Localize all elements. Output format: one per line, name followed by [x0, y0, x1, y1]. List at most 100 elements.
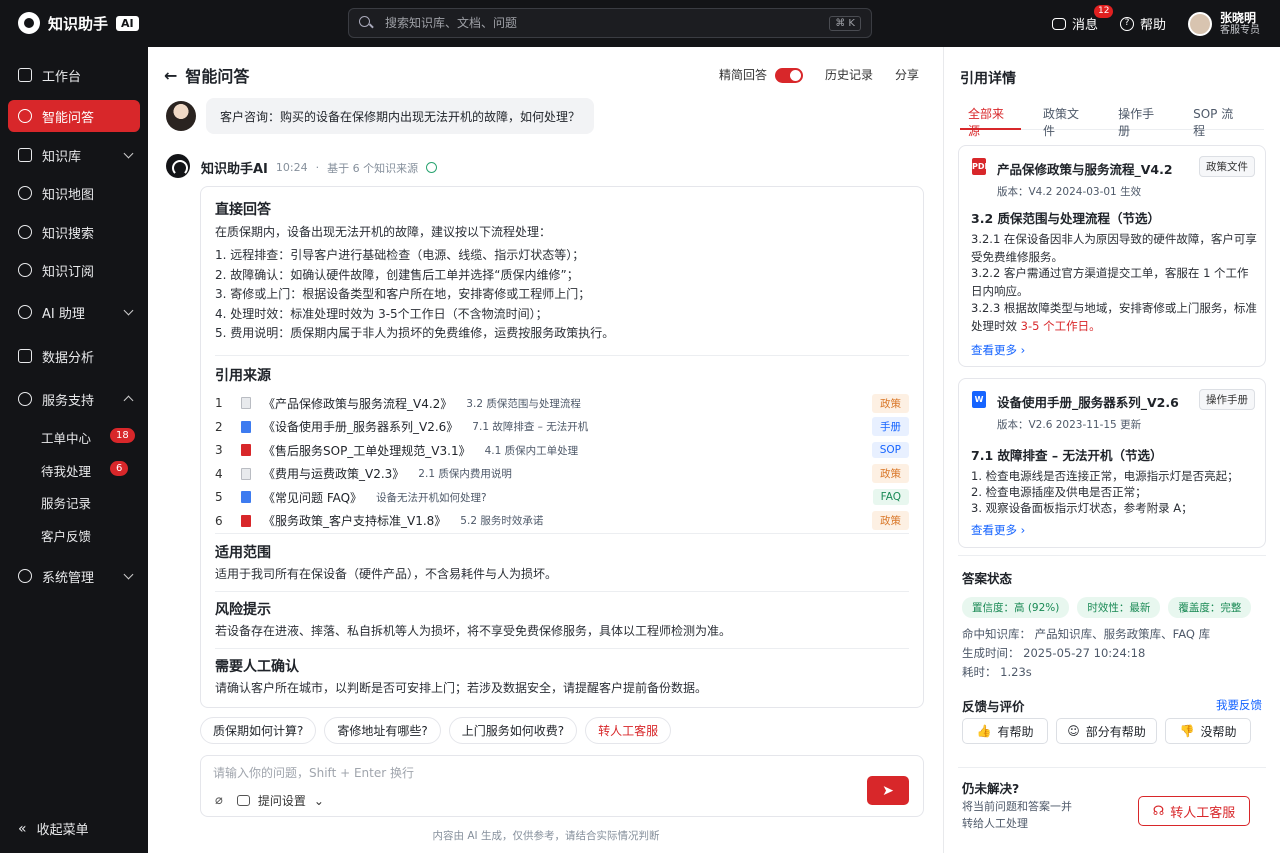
sidebar-item-service-support[interactable]: 服务支持 — [8, 383, 140, 415]
ref-doc-meta: 版本：V2.6 2023-11-15 更新 — [997, 419, 1142, 431]
help-label: 帮助 — [1139, 18, 1166, 33]
chevron-up-icon — [123, 395, 134, 406]
unsolved-section: 仍未解决? 将当前问题和答案一并转给人工处理 ☊ 转人工客服 — [958, 767, 1266, 845]
transfer-human-chip[interactable]: 转人工客服 — [585, 717, 672, 744]
bot-name: 知识助手AI — [201, 162, 268, 177]
suggestion-chip[interactable]: 寄修地址有哪些? — [324, 717, 441, 744]
tab-all-sources[interactable]: 全部来源 — [960, 102, 1022, 138]
sidebar-subitem-customer-feedback[interactable]: 客户反馈 — [41, 526, 91, 545]
ref-section-title: 3.2 质保范围与处理流程（节选） — [971, 211, 1160, 226]
sidebar-item-knowledge-map[interactable]: 知识地图 — [8, 177, 140, 209]
ref-paragraph: 3.2.1 在保设备因非人为原因导致的硬件故障，客户可享受免费维修服务。 — [971, 232, 1257, 264]
elapsed-time: 耗时： 1.23s — [962, 665, 1032, 679]
history-button[interactable]: 历史记录 — [825, 66, 873, 83]
tab-policy-files[interactable]: 政策文件 — [1035, 102, 1096, 138]
sidebar-item-knowledge-base[interactable]: 知识库 — [8, 139, 140, 171]
page-title: 智能问答 — [185, 67, 250, 86]
messages-button[interactable]: 消息 12 — [1051, 5, 1114, 33]
sidebar-item-smart-qa[interactable]: 智能问答 — [8, 100, 140, 132]
partly-helpful-label: 部分有帮助 — [1085, 724, 1146, 739]
app-logo[interactable]: 知识助手 AI — [18, 12, 139, 34]
sidebar-item-knowledge-subscribe[interactable]: 知识订阅 — [8, 254, 140, 286]
transfer-human-button[interactable]: ☊ 转人工客服 — [1138, 796, 1250, 826]
search-input[interactable] — [385, 16, 830, 30]
view-more-label: 查看更多 — [971, 523, 1017, 537]
thumbs-down-icon: 👎 — [1179, 724, 1195, 738]
sidebar-item-knowledge-search[interactable]: 知识搜索 — [8, 216, 140, 248]
risk-text: 若设备存在进液、摔落、私自拆机等人为损坏，将不享受免费保修服务，具体以工程师检测… — [215, 624, 732, 638]
ask-settings-button[interactable]: 提问设置 ⌄ — [236, 792, 324, 809]
status-title: 答案状态 — [962, 571, 1013, 586]
bot-time: 10:24 — [275, 161, 308, 174]
send-button[interactable]: ➤ — [867, 776, 909, 805]
user-menu[interactable]: 张晓明 客服专员 — [1188, 11, 1260, 37]
concise-toggle[interactable]: 精简回答 — [719, 66, 803, 83]
sidebar-item-label: 智能问答 — [42, 110, 95, 126]
sidebar-item-workbench[interactable]: 工作台 — [8, 59, 140, 91]
panel-title: 引用详情 — [960, 71, 1016, 87]
hit-knowledge-bases: 命中知识库： 产品知识库、服务政策库、FAQ 库 — [962, 627, 1211, 641]
not-helpful-label: 没帮助 — [1200, 724, 1237, 739]
suggestion-chip[interactable]: 上门服务如何收费? — [448, 717, 578, 744]
pdf-file-icon — [241, 514, 251, 527]
answer-step: 1. 远程排查：引导客户进行基础检查（电源、线缆、指示灯状态等）； — [215, 248, 585, 262]
reference-row[interactable]: 1 《产品保修政策与服务流程_V4.2》 3.2 质保范围与处理流程 政策 — [215, 392, 909, 414]
share-button[interactable]: 分享 — [895, 66, 919, 83]
sidebar-item-data-analysis[interactable]: 数据分析 — [8, 340, 140, 372]
tab-manuals[interactable]: 操作手册 — [1110, 102, 1171, 138]
not-helpful-button[interactable]: 👎 没帮助 — [1165, 718, 1251, 744]
sidebar-item-label: AI 助理 — [42, 306, 85, 322]
scope-title: 适用范围 — [215, 545, 271, 561]
reference-title: 《服务政策_客户支持标准_V1.8》 — [263, 514, 447, 528]
tab-sop[interactable]: SOP 流程 — [1185, 102, 1250, 138]
global-search[interactable]: ⌘ K — [348, 8, 872, 38]
suggestion-chip[interactable]: 质保期如何计算? — [200, 717, 317, 744]
sidebar-subitem-service-records[interactable]: 服务记录 — [41, 493, 91, 512]
reference-row[interactable]: 4 《费用与运费政策_V2.3》 2.1 质保内费用说明 政策 — [215, 463, 909, 485]
ref-paragraph: 3.2.3 根据故障类型与地域，安排寄修或上门服务，标准处理时效 3-5 个工作… — [971, 299, 1257, 335]
question-input[interactable] — [213, 764, 813, 782]
reference-tag: FAQ — [872, 489, 909, 505]
reference-card-policy: PDF 产品保修政策与服务流程_V4.2 政策文件 版本：V4.2 2024-0… — [958, 145, 1266, 367]
partly-helpful-button[interactable]: ☺ 部分有帮助 — [1056, 718, 1157, 744]
attachment-icon[interactable]: ⌀ — [215, 793, 223, 808]
messages-label: 消息 — [1071, 18, 1098, 33]
reference-section: 设备无法开机如何处理? — [376, 491, 487, 504]
sidebar-item-label: 数据分析 — [42, 350, 95, 366]
reference-row[interactable]: 3 《售后服务SOP_工单处理规范_V3.1》 4.1 质保内工单处理 SOP — [215, 439, 909, 461]
view-more-link[interactable]: 查看更多 › — [971, 522, 1025, 538]
reference-row[interactable]: 5 《常见问题 FAQ》 设备无法开机如何处理? FAQ — [215, 486, 909, 508]
back-arrow-icon[interactable]: ← — [164, 66, 177, 85]
view-more-link[interactable]: 查看更多 › — [971, 342, 1025, 358]
suggestion-chips: 质保期如何计算? 寄修地址有哪些? 上门服务如何收费? 转人工客服 — [200, 717, 672, 744]
bot-avatar — [166, 154, 190, 178]
sidebar-item-label: 知识地图 — [42, 187, 95, 203]
sidebar-subitem-ticket-center[interactable]: 工单中心 — [41, 428, 91, 447]
sidebar-item-ai-assistant[interactable]: AI 助理 — [8, 296, 140, 328]
home-icon — [18, 68, 32, 82]
helpful-button[interactable]: 👍 有帮助 — [962, 718, 1048, 744]
ref-paragraph: 3.2.2 客户需通过官方渠道提交工单，客服在 1 个工作日内响应。 — [971, 266, 1249, 298]
reference-row[interactable]: 6 《服务政策_客户支持标准_V1.8》 5.2 服务时效承诺 政策 — [215, 510, 909, 532]
user-role: 客服专员 — [1220, 24, 1260, 36]
feedback-link[interactable]: 我要反馈 — [1216, 697, 1262, 713]
reference-title: 《常见问题 FAQ》 — [263, 490, 363, 505]
sidebar-subitem-my-todo[interactable]: 待我处理 — [41, 461, 91, 480]
answer-step: 5. 费用说明：质保期内属于非人为损坏的免费维修，运费按服务政策执行。 — [215, 326, 615, 340]
ai-disclaimer: 内容由 AI 生成，仅供参考，请结合实际情况判断 — [432, 830, 660, 842]
settings-icon — [18, 569, 32, 583]
feedback-title: 反馈与评价 — [962, 699, 1025, 714]
collapse-menu-button[interactable]: « 收起菜单 — [18, 819, 89, 839]
divider — [215, 355, 909, 356]
ref-doc-name: 产品保修政策与服务流程_V4.2 — [997, 162, 1173, 177]
sidebar-item-system-admin[interactable]: 系统管理 — [8, 560, 140, 592]
neutral-face-icon: ☺ — [1067, 724, 1080, 738]
concise-toggle-switch[interactable] — [774, 68, 803, 83]
reference-row[interactable]: 2 《设备使用手册_服务器系列_V2.6》 7.1 故障排查 – 无法开机 手册 — [215, 416, 909, 438]
reference-section: 7.1 故障排查 – 无法开机 — [472, 421, 589, 433]
concise-label: 精简回答 — [718, 68, 767, 82]
reference-section: 3.2 质保范围与处理流程 — [466, 397, 581, 410]
help-button[interactable]: ? 帮助 — [1119, 14, 1166, 33]
coverage-badge: 覆盖度：完整 — [1168, 597, 1252, 618]
graph-icon — [18, 186, 32, 200]
